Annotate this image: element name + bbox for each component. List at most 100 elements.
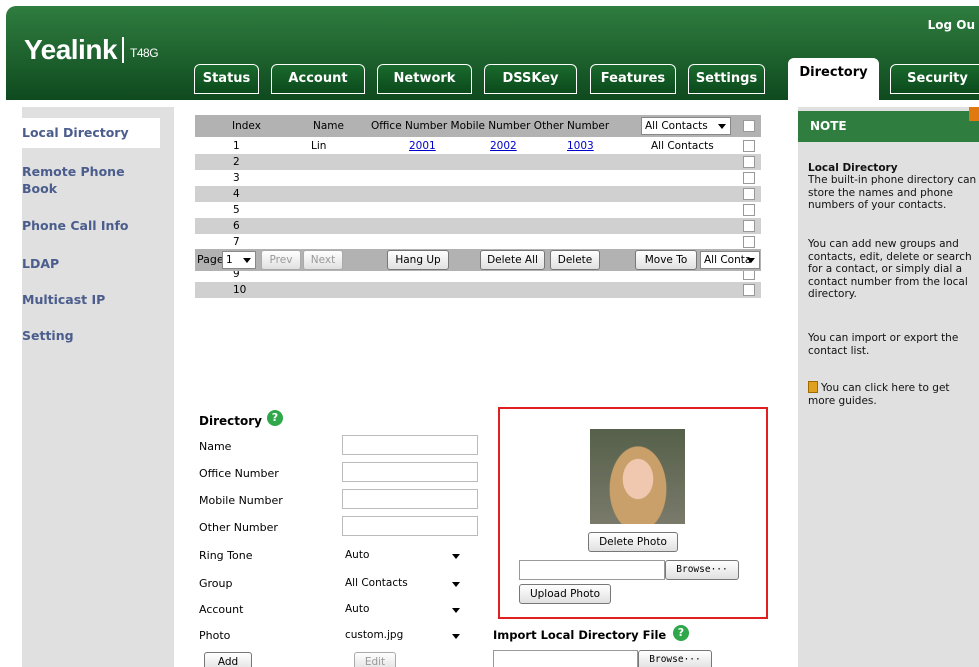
row-checkbox[interactable] (743, 172, 755, 184)
ring-tone-value: Auto (345, 549, 370, 561)
page: Yealink T48G Log Ou Status Account Networ… (0, 0, 979, 667)
chevron-down-icon (452, 608, 460, 613)
corner-tab-icon (969, 107, 979, 121)
row-checkbox[interactable] (743, 204, 755, 216)
row-checkbox[interactable] (743, 188, 755, 200)
chevron-down-icon (747, 258, 755, 263)
chevron-down-icon (452, 634, 460, 639)
delete-all-button[interactable]: Delete All (480, 250, 545, 270)
table-row: 1 Lin 2001 2002 1003 All Contacts (195, 138, 761, 154)
chevron-down-icon (452, 554, 460, 559)
contact-photo (590, 429, 685, 524)
help-icon[interactable]: ? (267, 410, 283, 426)
name-input[interactable] (342, 435, 478, 455)
tab-dsskey[interactable]: DSSKey (484, 64, 577, 94)
group-select[interactable]: All Contacts (342, 574, 464, 592)
row-checkbox[interactable] (743, 156, 755, 168)
tab-account[interactable]: Account (271, 64, 365, 94)
chevron-down-icon (243, 258, 251, 263)
row-index: 3 (233, 172, 240, 184)
photo-select[interactable]: custom.jpg (342, 626, 464, 644)
note-title: Local Directory (808, 162, 979, 175)
office-number-label: Office Number (199, 467, 279, 480)
add-button[interactable]: Add (204, 652, 252, 667)
other-number-input[interactable] (342, 516, 478, 536)
col-index: Index (232, 120, 261, 132)
group-filter-select[interactable]: All Contacts (641, 117, 731, 135)
upload-photo-button[interactable]: Upload Photo (519, 584, 611, 604)
account-label: Account (199, 603, 244, 616)
sidebar-item-remote-phone-book[interactable]: Remote Phone Book (22, 163, 132, 197)
row-index: 5 (233, 204, 240, 216)
row-mobile-number[interactable]: 2002 (490, 140, 517, 152)
group-label: Group (199, 577, 233, 590)
row-office-number[interactable]: 2001 (409, 140, 436, 152)
tab-features[interactable]: Features (590, 64, 676, 94)
move-group-select[interactable]: All Conta (700, 251, 760, 269)
logout-link[interactable]: Log Ou (928, 18, 975, 32)
name-label: Name (199, 440, 232, 453)
sidebar-item-phone-call-info[interactable]: Phone Call Info (22, 217, 128, 234)
sidebar-item-local-directory[interactable]: Local Directory (8, 118, 160, 148)
photo-value: custom.jpg (345, 629, 404, 641)
row-checkbox[interactable] (743, 220, 755, 232)
brand-logo: Yealink T48G (24, 34, 159, 66)
note-header-label: NOTE (810, 119, 847, 133)
table-row: 5 (195, 202, 761, 218)
directory-form-title: Directory (199, 414, 262, 428)
table-row: 3 (195, 170, 761, 186)
mobile-number-input[interactable] (342, 489, 478, 509)
prev-button[interactable]: Prev (261, 250, 301, 270)
photo-browse-button[interactable]: Browse··· (665, 560, 739, 580)
sidebar-item-setting[interactable]: Setting (22, 327, 74, 344)
tab-network[interactable]: Network (377, 64, 472, 94)
move-to-button[interactable]: Move To (635, 250, 697, 270)
table-row: 6 (195, 218, 761, 234)
help-icon[interactable]: ? (673, 625, 689, 641)
delete-button[interactable]: Delete (550, 250, 600, 270)
delete-photo-button[interactable]: Delete Photo (588, 532, 678, 552)
row-name: Lin (311, 140, 327, 152)
tab-status[interactable]: Status (194, 64, 259, 94)
page-select[interactable]: 1 (222, 251, 256, 269)
hang-up-button[interactable]: Hang Up (387, 250, 449, 270)
tab-settings[interactable]: Settings (688, 64, 765, 94)
row-checkbox[interactable] (743, 236, 755, 248)
table-row: 7 (195, 234, 761, 250)
group-value: All Contacts (345, 577, 408, 589)
page-value: 1 (226, 254, 233, 266)
chevron-down-icon (718, 124, 726, 129)
office-number-input[interactable] (342, 462, 478, 482)
import-title: Import Local Directory File (493, 628, 667, 642)
select-all-checkbox[interactable] (743, 120, 755, 132)
note-header: NOTE (798, 107, 979, 142)
row-checkbox[interactable] (743, 140, 755, 152)
chevron-down-icon (452, 582, 460, 587)
model-name: T48G (130, 46, 159, 60)
row-other-number[interactable]: 1003 (567, 140, 594, 152)
row-index: 10 (233, 284, 247, 296)
photo-file-input[interactable] (519, 560, 665, 580)
note-title-text: Local Directory (808, 162, 898, 174)
table-header: Index Name Office Number Mobile Number O… (195, 115, 761, 137)
account-value: Auto (345, 603, 370, 615)
sidebar-item-ldap[interactable]: LDAP (22, 255, 59, 272)
row-checkbox[interactable] (743, 284, 755, 296)
ring-tone-select[interactable]: Auto (342, 546, 464, 564)
edit-button[interactable]: Edit (354, 652, 396, 667)
note-paragraph-2: You can add new groups and contacts, edi… (808, 238, 972, 300)
mobile-number-label: Mobile Number (199, 494, 283, 507)
note-guides[interactable]: You can click here to get more guides. (808, 381, 979, 407)
tab-directory[interactable]: Directory (788, 58, 879, 100)
other-number-label: Other Number (199, 521, 278, 534)
import-file-input[interactable] (493, 650, 638, 667)
tab-security[interactable]: Security (890, 64, 979, 94)
account-select[interactable]: Auto (342, 600, 464, 618)
photo-label: Photo (199, 629, 231, 642)
row-index: 4 (233, 188, 240, 200)
row-index: 2 (233, 156, 240, 168)
import-browse-button[interactable]: Browse··· (638, 650, 712, 667)
col-numbers: Office Number Mobile Number Other Number (371, 120, 610, 132)
sidebar-item-multicast-ip[interactable]: Multicast IP (22, 291, 105, 308)
next-button[interactable]: Next (303, 250, 343, 270)
